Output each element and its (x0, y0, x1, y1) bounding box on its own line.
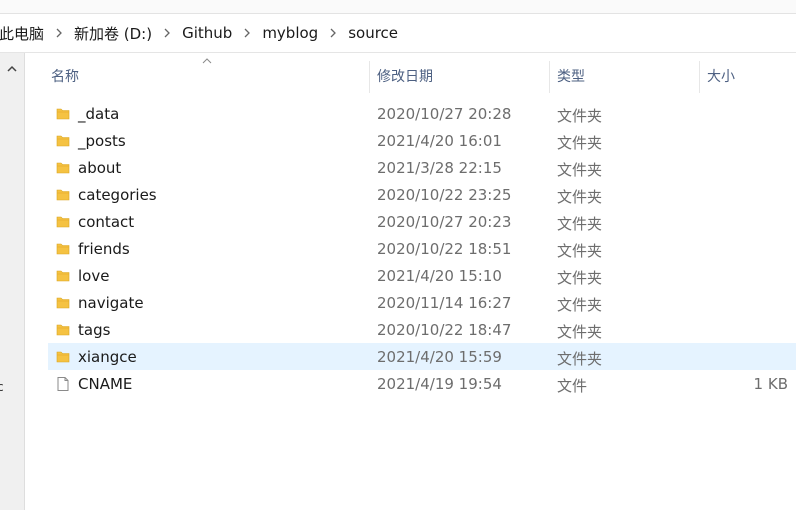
breadcrumb-drive-d[interactable]: 新加卷 (D:) (72, 23, 154, 44)
file-row[interactable]: _posts 2021/4/20 16:01 文件夹 (48, 127, 796, 154)
folder-icon (55, 133, 71, 149)
file-type: 文件夹 (557, 350, 603, 368)
file-size: 1 KB (753, 375, 788, 393)
file-list[interactable]: 名称 修改日期 类型 大小 _data 2020/10/27 20:28 文件夹 _p… (25, 53, 796, 510)
sort-ascending-icon (202, 58, 212, 64)
column-header-size[interactable]: 大小 (707, 67, 735, 87)
breadcrumb-this-pc[interactable]: 此电脑 (0, 23, 46, 44)
file-name: CNAME (78, 375, 133, 393)
file-row[interactable]: navigate 2020/11/14 16:27 文件夹 (48, 289, 796, 316)
file-row[interactable]: categories 2020/10/22 23:25 文件夹 (48, 181, 796, 208)
file-row[interactable]: about 2021/3/28 22:15 文件夹 (48, 154, 796, 181)
column-header-row: 名称 修改日期 类型 大小 (25, 53, 796, 97)
file-type: 文件夹 (557, 107, 603, 125)
file-type: 文件夹 (557, 296, 603, 314)
scroll-up-button[interactable] (5, 61, 19, 75)
file-name: about (78, 159, 122, 177)
breadcrumb-source[interactable]: source (346, 24, 400, 42)
folder-icon (55, 349, 71, 365)
file-modified-date: 2020/10/22 18:47 (377, 321, 512, 339)
chevron-right-icon[interactable] (320, 26, 346, 41)
file-type: 文件夹 (557, 323, 603, 341)
file-modified-date: 2021/4/20 15:10 (377, 267, 502, 285)
navigation-pane[interactable]: c (0, 53, 25, 510)
file-row[interactable]: friends 2020/10/22 18:51 文件夹 (48, 235, 796, 262)
title-strip (0, 0, 796, 14)
folder-icon (55, 322, 71, 338)
breadcrumb-github[interactable]: Github (180, 24, 234, 42)
file-type: 文件夹 (557, 188, 603, 206)
file-row[interactable]: _data 2020/10/27 20:28 文件夹 (48, 100, 796, 127)
file-type: 文件夹 (557, 215, 603, 233)
file-name: contact (78, 213, 135, 231)
file-name: _data (78, 105, 120, 123)
file-type: 文件夹 (557, 242, 603, 260)
file-type: 文件夹 (557, 134, 603, 152)
file-type: 文件 (557, 377, 588, 395)
column-divider[interactable] (369, 61, 370, 93)
breadcrumb-myblog[interactable]: myblog (260, 24, 320, 42)
file-modified-date: 2020/10/27 20:28 (377, 105, 512, 123)
file-type: 文件夹 (557, 161, 603, 179)
file-modified-date: 2021/3/28 22:15 (377, 159, 502, 177)
chevron-right-icon[interactable] (46, 26, 72, 41)
column-header-name[interactable]: 名称 (51, 67, 79, 87)
file-row[interactable]: love 2021/4/20 15:10 文件夹 (48, 262, 796, 289)
chevron-up-icon (7, 65, 17, 72)
file-row[interactable]: contact 2020/10/27 20:23 文件夹 (48, 208, 796, 235)
folder-icon (55, 106, 71, 122)
file-row[interactable]: tags 2020/10/22 18:47 文件夹 (48, 316, 796, 343)
file-name: navigate (78, 294, 144, 312)
chevron-right-icon[interactable] (154, 26, 180, 41)
file-type: 文件夹 (557, 269, 603, 287)
file-name: categories (78, 186, 157, 204)
file-modified-date: 2020/10/22 18:51 (377, 240, 512, 258)
file-row[interactable]: xiangce 2021/4/20 15:59 文件夹 (48, 343, 796, 370)
chevron-right-icon[interactable] (234, 26, 260, 41)
file-modified-date: 2021/4/19 19:54 (377, 375, 502, 393)
file-modified-date: 2020/10/22 23:25 (377, 186, 512, 204)
folder-icon (55, 241, 71, 257)
column-divider[interactable] (699, 61, 700, 93)
file-modified-date: 2021/4/20 15:59 (377, 348, 502, 366)
file-modified-date: 2020/11/14 16:27 (377, 294, 512, 312)
file-row[interactable]: CNAME 2021/4/19 19:54 文件 1 KB (48, 370, 796, 397)
address-bar[interactable]: 此电脑 新加卷 (D:) Github myblog source (0, 14, 796, 53)
file-modified-date: 2021/4/20 16:01 (377, 132, 502, 150)
folder-icon (55, 268, 71, 284)
file-name: love (78, 267, 110, 285)
folder-icon (55, 214, 71, 230)
nav-item-fragment[interactable]: c (0, 380, 4, 394)
file-name: _posts (78, 132, 126, 150)
file-modified-date: 2020/10/27 20:23 (377, 213, 512, 231)
folder-icon (55, 187, 71, 203)
file-name: friends (78, 240, 130, 258)
column-header-date[interactable]: 修改日期 (377, 67, 433, 87)
column-divider[interactable] (549, 61, 550, 93)
file-name: tags (78, 321, 111, 339)
folder-icon (55, 295, 71, 311)
folder-icon (55, 160, 71, 176)
file-icon (55, 376, 71, 392)
file-name: xiangce (78, 348, 137, 366)
column-header-type[interactable]: 类型 (557, 67, 585, 87)
